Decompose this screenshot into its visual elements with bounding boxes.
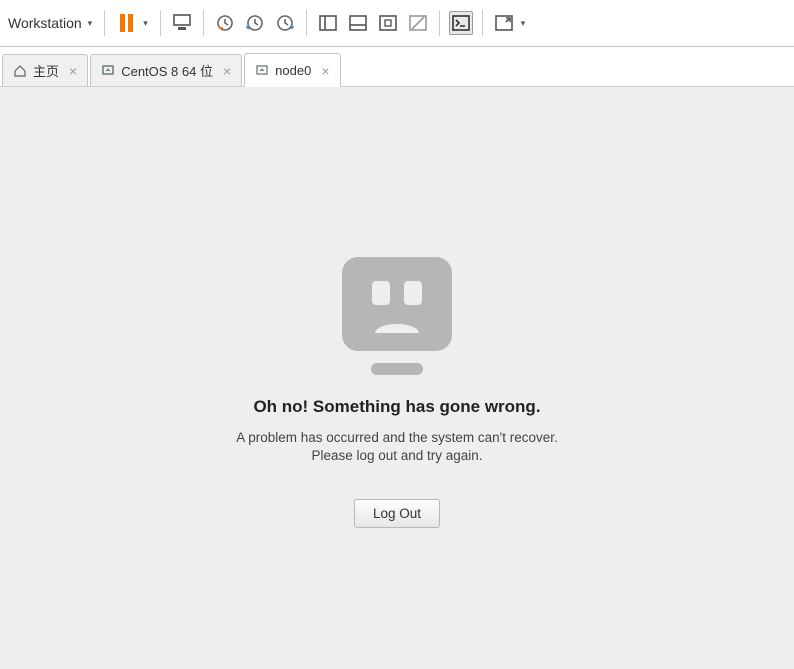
tab-home[interactable]: 主页 ×	[2, 54, 88, 86]
tab-centos[interactable]: CentOS 8 64 位 ×	[90, 54, 242, 86]
vm-console-content: Oh no! Something has gone wrong. A probl…	[0, 87, 794, 669]
toolbar-separator	[104, 10, 105, 36]
pause-icon	[120, 14, 133, 32]
logout-button[interactable]: Log Out	[354, 499, 440, 528]
view-focus-button[interactable]	[376, 11, 400, 35]
vm-icon	[255, 64, 269, 78]
fullscreen-button[interactable]	[492, 11, 516, 35]
chevron-down-icon[interactable]: ▾	[86, 18, 99, 29]
snapshot-button[interactable]	[170, 11, 194, 35]
clock-button-1[interactable]	[213, 11, 237, 35]
error-title: Oh no! Something has gone wrong.	[253, 397, 540, 417]
split-view-icon	[319, 15, 337, 31]
clock-back-icon	[246, 14, 264, 32]
sad-face-icon	[342, 257, 452, 351]
sad-face-body	[371, 363, 423, 375]
tab-label: CentOS 8 64 位	[121, 61, 213, 80]
toolbar-separator	[203, 10, 204, 36]
close-icon[interactable]: ×	[223, 63, 231, 79]
console-button[interactable]	[449, 11, 473, 35]
clock-icon	[216, 14, 234, 32]
view-bottom-button[interactable]	[346, 11, 370, 35]
clock-button-2[interactable]	[243, 11, 267, 35]
toolbar-separator	[160, 10, 161, 36]
home-icon	[13, 64, 27, 78]
error-message-line1: A problem has occurred and the system ca…	[236, 429, 558, 447]
view-split-button[interactable]	[316, 11, 340, 35]
error-message-line2: Please log out and try again.	[311, 447, 482, 465]
tab-label: 主页	[33, 61, 59, 80]
focus-icon	[379, 15, 397, 31]
close-icon[interactable]: ×	[69, 63, 77, 79]
main-toolbar: Workstation ▾ ▾	[0, 0, 794, 47]
tab-bar: 主页 × CentOS 8 64 位 × node0 ×	[0, 47, 794, 87]
toolbar-separator	[439, 10, 440, 36]
snapshot-icon	[172, 14, 192, 32]
toolbar-separator	[306, 10, 307, 36]
clock-button-3[interactable]	[273, 11, 297, 35]
toolbar-separator	[482, 10, 483, 36]
console-icon	[452, 15, 470, 31]
view-disabled-button[interactable]	[406, 11, 430, 35]
pause-button[interactable]	[114, 11, 138, 35]
no-view-icon	[409, 15, 427, 31]
tab-node0[interactable]: node0 ×	[244, 53, 340, 87]
workstation-menu-label[interactable]: Workstation	[4, 15, 86, 31]
close-icon[interactable]: ×	[321, 63, 329, 79]
chevron-down-icon[interactable]: ▾	[141, 18, 154, 29]
vm-icon	[101, 64, 115, 78]
fullscreen-icon	[495, 15, 513, 31]
bottom-panel-icon	[349, 15, 367, 31]
clock-forward-icon	[276, 14, 294, 32]
chevron-down-icon[interactable]: ▾	[519, 18, 532, 29]
tab-label: node0	[275, 63, 311, 78]
